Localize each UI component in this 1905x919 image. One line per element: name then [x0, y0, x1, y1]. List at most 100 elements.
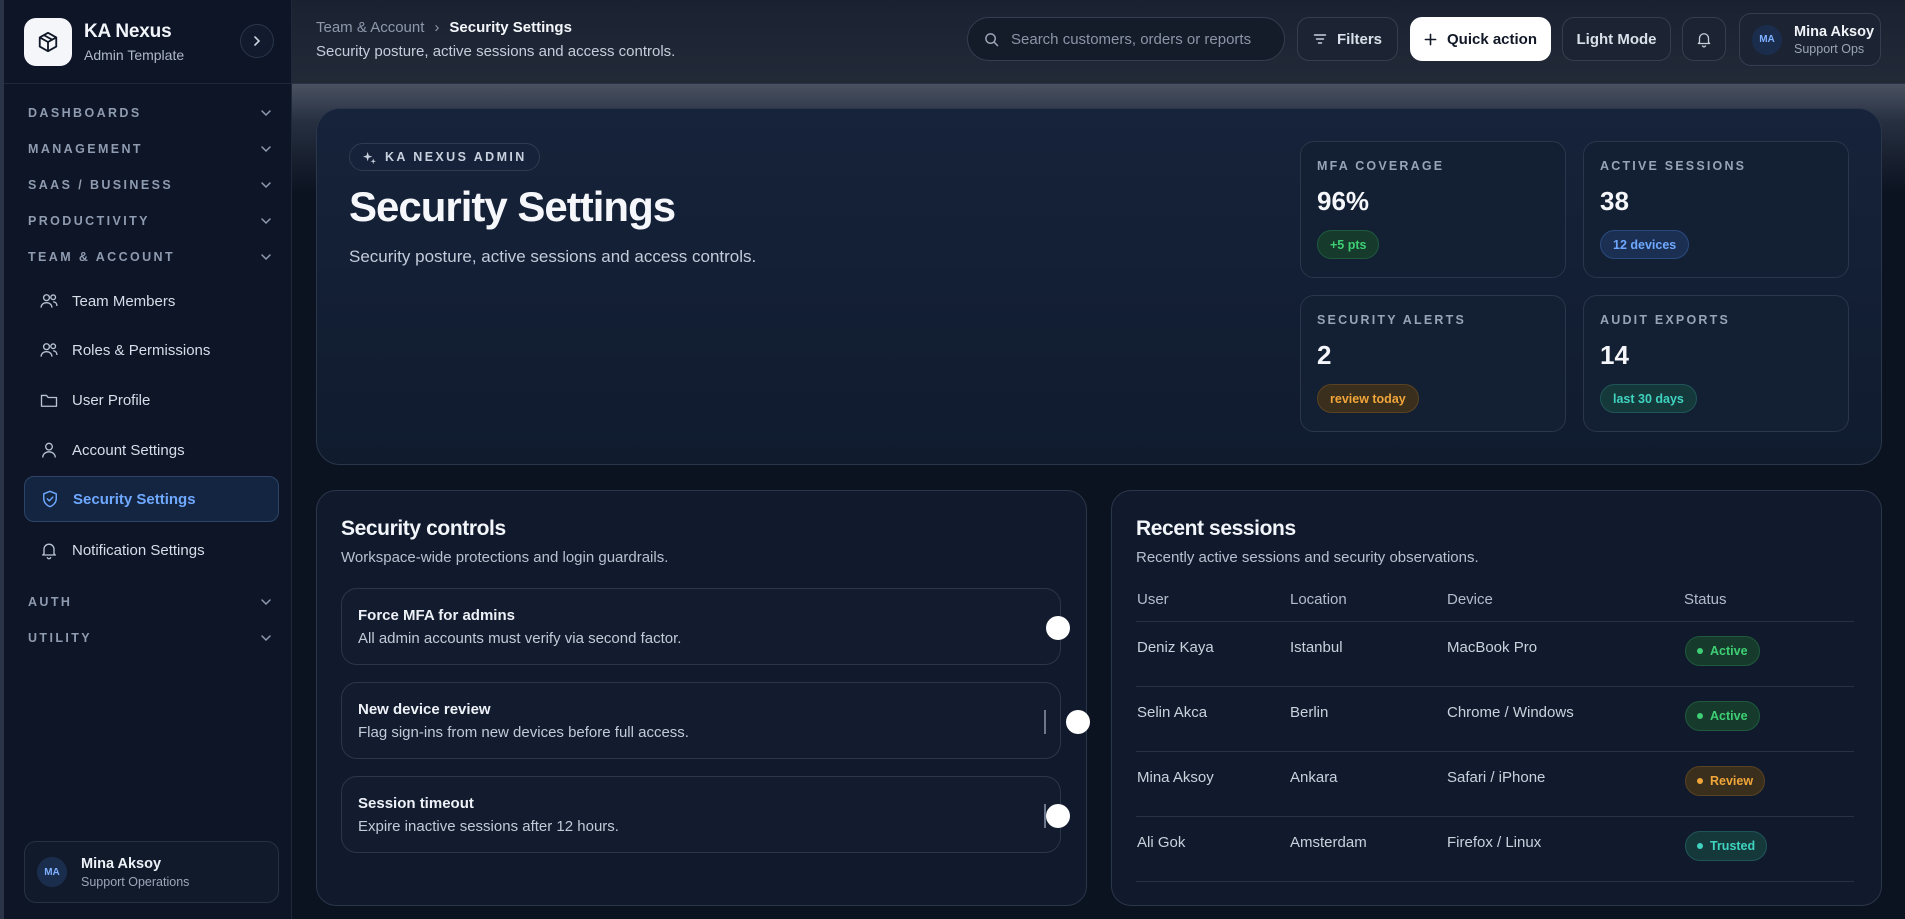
table-divider — [1136, 816, 1854, 817]
cell-location: Istanbul — [1290, 639, 1343, 656]
table-divider — [1136, 751, 1854, 752]
stat-value: 2 — [1317, 340, 1332, 370]
chevron-down-icon — [261, 146, 271, 153]
breadcrumb-separator: › — [434, 19, 440, 36]
toggle-track — [1044, 710, 1046, 734]
table-divider — [1136, 686, 1854, 687]
security-controls-panel: Security controls Workspace-wide protect… — [316, 490, 1090, 906]
sidebar-item-team-members[interactable]: Team Members — [24, 278, 279, 324]
cell-device: Safari / iPhone — [1447, 769, 1546, 786]
panel-title: Security controls — [341, 517, 506, 540]
column-header-status: Status — [1684, 591, 1727, 608]
user-role: Support Operations — [81, 874, 190, 889]
nav-group-productivity[interactable]: PRODUCTIVITY — [28, 210, 272, 232]
control-force-mfa: Force MFA for admins All admin accounts … — [341, 588, 1070, 665]
brand-name: KA Nexus — [84, 20, 172, 42]
sidebar-item-user-profile[interactable]: User Profile — [24, 377, 279, 423]
cell-device: Chrome / Windows — [1447, 704, 1574, 721]
status-badge: Active — [1685, 701, 1760, 731]
cell-location: Berlin — [1290, 704, 1329, 721]
status-badge: Review — [1685, 766, 1766, 796]
user-icon — [38, 439, 60, 461]
chevron-down-icon — [261, 182, 271, 189]
breadcrumb-current: Security Settings — [449, 19, 572, 36]
stat-card-active-sessions: ACTIVE SESSIONS 38 12 devices — [1583, 141, 1849, 278]
profile-menu[interactable]: MA Mina Aksoy Support Ops — [1739, 13, 1881, 66]
panel-title: Recent sessions — [1136, 517, 1296, 540]
nav-group-saas-business[interactable]: SAAS / BUSINESS — [28, 174, 272, 196]
brand-subtitle: Admin Template — [84, 46, 185, 63]
cell-user: Selin Akca — [1137, 704, 1208, 721]
profile-name: Mina Aksoy — [1794, 23, 1875, 40]
status-badge: Active — [1685, 636, 1760, 666]
stat-badge: +5 pts — [1317, 230, 1380, 259]
sidebar-collapse-button[interactable] — [240, 24, 274, 58]
sidebar-item-label: Notification Settings — [72, 541, 205, 559]
users-icon — [38, 339, 60, 361]
control-description: All admin accounts must verify via secon… — [358, 630, 682, 647]
page-subtitle: Security posture, active sessions and ac… — [316, 43, 676, 60]
hero-subtitle: Security posture, active sessions and ac… — [349, 247, 757, 266]
chevron-down-icon — [261, 218, 271, 225]
sidebar-item-label: Roles & Permissions — [72, 341, 211, 359]
status-label: Trusted — [1710, 839, 1756, 853]
user-name: Mina Aksoy — [81, 855, 162, 872]
control-title: New device review — [358, 701, 491, 718]
nav-group-label: TEAM & ACCOUNT — [28, 250, 176, 264]
search-box[interactable] — [967, 17, 1285, 61]
profile-role: Support Ops — [1794, 41, 1865, 56]
theme-toggle-label: Light Mode — [1576, 30, 1657, 48]
table-divider — [1136, 881, 1854, 882]
breadcrumb: Team & Account › Security Settings — [316, 19, 572, 36]
eyebrow-pill: KA NEXUS ADMIN — [349, 143, 540, 171]
topbar: Team & Account › Security Settings Secur… — [292, 0, 1905, 84]
column-header-device: Device — [1447, 591, 1493, 608]
stat-badge: last 30 days — [1600, 384, 1697, 413]
breadcrumb-parent[interactable]: Team & Account — [316, 19, 424, 36]
stat-label: MFA COVERAGE — [1317, 159, 1445, 173]
sparkle-icon — [362, 151, 377, 164]
status-label: Active — [1710, 709, 1748, 723]
toggle-switch[interactable] — [1066, 710, 1090, 734]
nav-group-label: PRODUCTIVITY — [28, 214, 150, 228]
status-dot — [1697, 778, 1703, 784]
stat-label: AUDIT EXPORTS — [1600, 313, 1730, 327]
recent-sessions-panel: Recent sessions Recently active sessions… — [1111, 490, 1882, 906]
bell-icon — [38, 539, 60, 561]
control-title: Force MFA for admins — [358, 607, 515, 624]
avatar: MA — [37, 857, 67, 887]
nav-group-team-account[interactable]: TEAM & ACCOUNT — [28, 246, 272, 268]
cell-user: Ali Gok — [1137, 834, 1186, 851]
sidebar-item-roles-permissions[interactable]: Roles & Permissions — [24, 327, 279, 373]
notifications-button[interactable] — [1682, 17, 1726, 61]
theme-toggle-button[interactable]: Light Mode — [1562, 17, 1671, 61]
sidebar-item-label: Security Settings — [73, 490, 196, 508]
nav-group-label: AUTH — [28, 595, 73, 609]
page-title: Security Settings — [349, 183, 676, 230]
sidebar-item-label: Team Members — [72, 292, 176, 310]
sidebar-item-account-settings[interactable]: Account Settings — [24, 427, 279, 473]
cell-location: Ankara — [1290, 769, 1338, 786]
sidebar: KA Nexus Admin Template DASHBOARDS MANAG… — [0, 0, 292, 919]
nav-group-auth[interactable]: AUTH — [28, 591, 272, 613]
cell-location: Amsterdam — [1290, 834, 1367, 851]
search-input[interactable] — [1011, 30, 1271, 48]
chevron-down-icon — [261, 599, 271, 606]
panel-subtitle: Recently active sessions and security ob… — [1136, 549, 1479, 566]
sidebar-item-security-settings[interactable]: Security Settings — [24, 476, 279, 522]
toggle-switch[interactable] — [1046, 804, 1070, 828]
quick-action-label: Quick action — [1446, 30, 1538, 48]
nav-group-utility[interactable]: UTILITY — [28, 627, 272, 649]
toggle-switch[interactable] — [1046, 616, 1070, 640]
filters-button[interactable]: Filters — [1297, 17, 1398, 61]
avatar: MA — [1752, 24, 1782, 55]
filter-icon — [1313, 34, 1327, 44]
nav-group-dashboards[interactable]: DASHBOARDS — [28, 102, 272, 124]
nav-group-management[interactable]: MANAGEMENT — [28, 138, 272, 160]
stat-badge: 12 devices — [1600, 230, 1690, 259]
quick-action-button[interactable]: Quick action — [1410, 17, 1551, 61]
sidebar-item-label: Account Settings — [72, 441, 185, 459]
sidebar-user-card[interactable]: MA Mina Aksoy Support Operations — [24, 841, 279, 903]
bell-icon — [1697, 33, 1711, 48]
sidebar-item-notification-settings[interactable]: Notification Settings — [24, 527, 279, 573]
